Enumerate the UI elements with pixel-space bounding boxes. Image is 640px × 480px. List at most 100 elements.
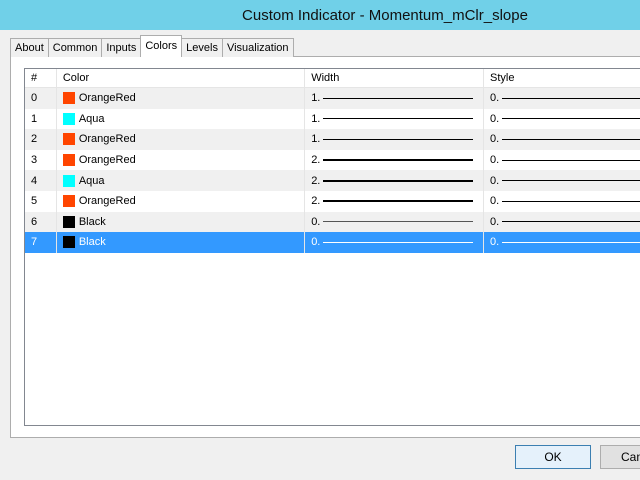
style-line-preview — [502, 118, 640, 120]
style-cell[interactable]: 0. — [484, 232, 640, 253]
color-cell[interactable]: Black — [57, 211, 306, 233]
width-value: 1. — [311, 133, 321, 146]
style-cell[interactable]: 0. — [484, 109, 640, 130]
style-value: 0. — [490, 133, 500, 146]
table-row[interactable]: 7 Black 0. 0. — [25, 232, 640, 253]
width-line-preview — [323, 241, 474, 243]
color-name: Aqua — [78, 174, 105, 187]
width-value: 2. — [311, 154, 321, 167]
row-number: 3 — [25, 149, 57, 171]
table-row[interactable]: 2 OrangeRed 1. 0. — [25, 129, 640, 150]
tab-common[interactable]: Common — [48, 38, 103, 57]
window-title: Custom Indicator - Momentum_mClr_slope — [242, 6, 528, 24]
style-value: 0. — [490, 154, 500, 167]
row-number: 4 — [25, 170, 57, 191]
color-name: OrangeRed — [78, 133, 136, 146]
style-line-preview — [502, 138, 640, 140]
width-cell[interactable]: 2. — [305, 149, 485, 171]
cancel-button[interactable]: Cancel — [600, 445, 640, 469]
tab-colors[interactable]: Colors — [140, 35, 183, 57]
style-line-preview — [502, 241, 640, 243]
table-row[interactable]: 4 Aqua 2. 0. — [25, 170, 640, 191]
width-cell[interactable]: 1. — [305, 129, 485, 150]
style-cell[interactable]: 0. — [484, 191, 640, 212]
tab-inputs[interactable]: Inputs — [102, 38, 142, 57]
table-header: # Color Width Style — [25, 69, 640, 88]
width-line-preview — [323, 97, 474, 99]
color-cell[interactable]: OrangeRed — [57, 149, 306, 171]
style-cell[interactable]: 0. — [484, 129, 640, 150]
table-row[interactable]: 3 OrangeRed 2. 0. — [25, 149, 640, 171]
color-swatch — [62, 112, 75, 125]
tab-strip: About Common Inputs Colors Levels Visual… — [10, 35, 294, 57]
table-row[interactable]: 0 OrangeRed 1. 0. — [25, 88, 640, 109]
style-value: 0. — [490, 195, 500, 208]
color-cell[interactable]: Aqua — [57, 108, 306, 130]
color-cell[interactable]: OrangeRed — [57, 190, 306, 212]
header-style[interactable]: Style — [484, 69, 640, 87]
style-line-preview — [502, 97, 640, 99]
width-value: 2. — [311, 195, 321, 208]
width-line-preview — [323, 200, 474, 203]
style-value: 0. — [490, 92, 500, 105]
width-cell[interactable]: 0. — [305, 211, 485, 233]
style-cell[interactable]: 0. — [484, 150, 640, 171]
style-value: 0. — [490, 112, 500, 125]
style-cell[interactable]: 0. — [484, 170, 640, 191]
width-line-preview — [323, 221, 474, 223]
color-swatch — [62, 133, 75, 146]
table-body: 0 OrangeRed 1. 0. 1 Aqua 1. 0. 2 OrangeRed 1. 0. 3 Or… — [25, 88, 640, 253]
table-row[interactable]: 5 OrangeRed 2. 0. — [25, 190, 640, 212]
style-cell[interactable]: 0. — [484, 88, 640, 109]
width-value: 0. — [311, 215, 321, 228]
style-value: 0. — [490, 215, 500, 228]
color-swatch — [62, 236, 75, 249]
color-swatch — [62, 174, 75, 187]
row-number: 6 — [25, 211, 57, 233]
style-line-preview — [502, 221, 640, 223]
width-cell[interactable]: 2. — [305, 170, 485, 191]
header-color[interactable]: Color — [57, 69, 306, 87]
color-cell[interactable]: OrangeRed — [57, 129, 306, 150]
row-number: 1 — [25, 108, 57, 130]
color-swatch — [62, 92, 75, 105]
style-line-preview — [502, 200, 640, 202]
color-name: Black — [78, 236, 106, 249]
colors-table: # Color Width Style 0 OrangeRed 1. 0. 1 Aqua 1… — [24, 68, 640, 426]
width-value: 2. — [311, 174, 321, 187]
tab-about[interactable]: About — [10, 38, 49, 57]
style-value: 0. — [490, 236, 500, 249]
width-line-preview — [323, 159, 474, 162]
style-cell[interactable]: 0. — [484, 212, 640, 233]
ok-button[interactable]: OK — [515, 445, 591, 469]
row-number: 2 — [25, 129, 57, 150]
width-line-preview — [323, 138, 474, 140]
color-swatch — [62, 195, 75, 208]
color-cell[interactable]: Aqua — [57, 170, 306, 191]
width-value: 1. — [311, 112, 321, 125]
width-cell[interactable]: 0. — [305, 232, 485, 253]
width-cell[interactable]: 1. — [305, 88, 485, 109]
width-cell[interactable]: 1. — [305, 108, 485, 130]
color-cell[interactable]: OrangeRed — [57, 88, 306, 109]
width-value: 1. — [311, 92, 321, 105]
row-number: 0 — [25, 88, 57, 109]
header-number[interactable]: # — [25, 69, 57, 87]
width-value: 0. — [311, 236, 321, 249]
header-width[interactable]: Width — [305, 69, 485, 87]
color-name: Black — [78, 215, 106, 228]
style-line-preview — [502, 180, 640, 182]
table-row[interactable]: 1 Aqua 1. 0. — [25, 108, 640, 130]
width-cell[interactable]: 2. — [305, 190, 485, 212]
tab-levels[interactable]: Levels — [182, 38, 223, 57]
color-name: OrangeRed — [78, 154, 136, 167]
row-number: 5 — [25, 190, 57, 212]
row-number: 7 — [25, 232, 57, 253]
color-name: Aqua — [78, 112, 105, 125]
tab-visualization[interactable]: Visualization — [222, 38, 294, 57]
color-name: OrangeRed — [78, 92, 136, 105]
title-bar: Custom Indicator - Momentum_mClr_slope — [0, 0, 640, 30]
color-cell[interactable]: Black — [57, 232, 306, 253]
table-row[interactable]: 6 Black 0. 0. — [25, 211, 640, 233]
color-name: OrangeRed — [78, 195, 136, 208]
